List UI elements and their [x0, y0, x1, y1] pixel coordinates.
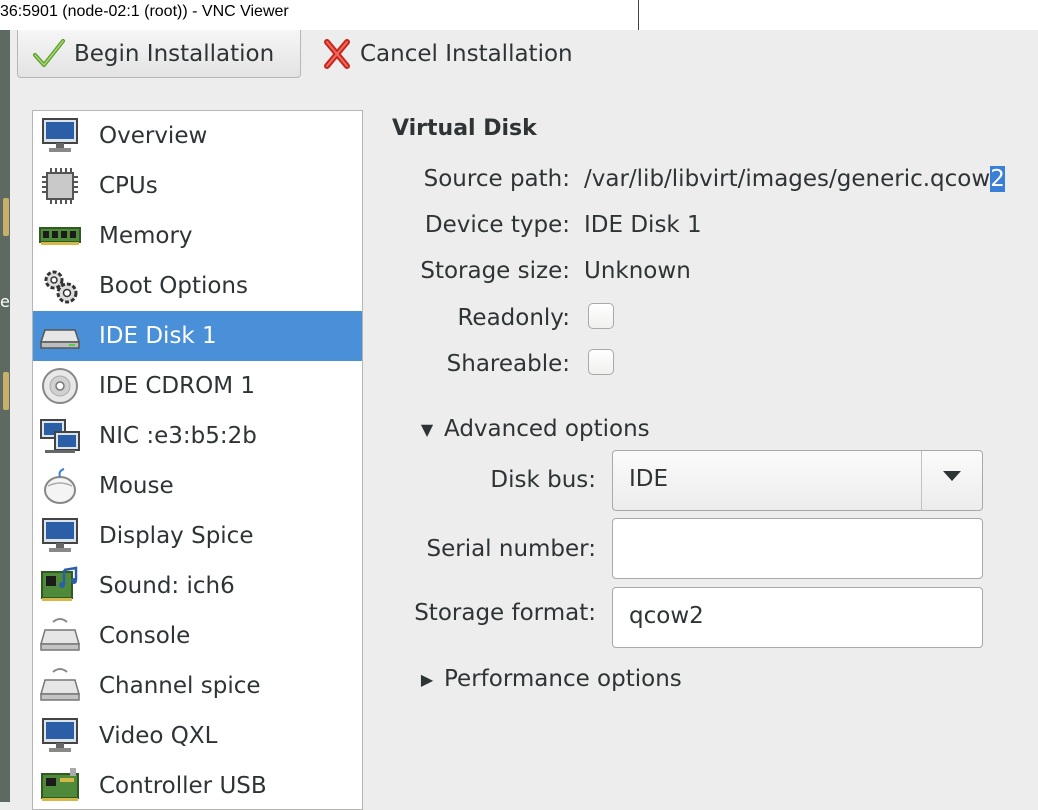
monitor-icon — [37, 113, 83, 159]
shareable-checkbox[interactable] — [588, 349, 614, 375]
dropdown-arrow-icon — [943, 471, 961, 481]
desktop-edge-marker — [3, 372, 9, 410]
storage-size-label: Storage size: — [420, 258, 570, 284]
readonly-label: Readonly: — [457, 305, 570, 331]
selected-text: 2 — [990, 166, 1005, 192]
sidebar-item-label: NIC :e3:b5:2b — [99, 423, 257, 449]
source-path-label: Source path: — [423, 166, 570, 192]
collapsed-triangle-icon: ▶ — [420, 669, 434, 689]
disk-bus-combobox[interactable]: IDE — [612, 450, 983, 511]
sidebar-item-label: Console — [99, 623, 191, 649]
storage-size-value: Unknown — [584, 258, 691, 284]
cancel-installation-label: Cancel Installation — [360, 41, 573, 67]
desktop-edge: e — [0, 30, 10, 802]
performance-options-expander[interactable]: ▶ Performance options — [416, 666, 682, 692]
sidebar-item-overview[interactable]: Overview — [33, 111, 362, 161]
sidebar-item-label: Sound: ich6 — [99, 573, 235, 599]
window-titlebar: 36:5901 (node-02:1 (root)) - VNC Viewer — [0, 0, 1038, 32]
disk-bus-label: Disk bus: — [490, 467, 596, 493]
combo-separator — [921, 451, 922, 510]
cancel-installation-button[interactable]: Cancel Installation — [318, 30, 588, 78]
shareable-label: Shareable: — [446, 351, 570, 377]
sidebar-item-nic[interactable]: NIC :e3:b5:2b — [33, 411, 362, 461]
desktop-edge-text: e — [0, 292, 10, 311]
sidebar-item-channel-spice[interactable]: Channel spice — [33, 661, 362, 711]
disk-bus-value: IDE — [629, 466, 669, 492]
expanded-triangle-icon: ▼ — [420, 419, 434, 439]
storage-format-label: Storage format: — [414, 600, 596, 626]
titlebar-search-field[interactable] — [638, 0, 1000, 32]
advanced-options-label: Advanced options — [444, 416, 650, 442]
readonly-checkbox[interactable] — [588, 303, 614, 329]
sidebar-item-label: Video QXL — [99, 723, 218, 749]
desktop-edge-marker — [3, 198, 9, 236]
begin-installation-label: Begin Installation — [74, 40, 275, 67]
controller-card-icon — [37, 763, 83, 809]
device-type-label: Device type: — [424, 212, 570, 238]
sidebar-item-label: Channel spice — [99, 673, 261, 699]
storage-format-field[interactable]: qcow2 — [612, 587, 983, 648]
window-title: 36:5901 (node-02:1 (root)) - VNC Viewer — [0, 3, 289, 20]
red-x-icon — [324, 39, 350, 69]
sidebar-item-label: Controller USB — [99, 773, 267, 799]
begin-installation-button[interactable]: Begin Installation — [17, 30, 301, 78]
sidebar-item-label: Overview — [99, 123, 208, 149]
network-card-icon — [37, 413, 83, 459]
serial-number-label: Serial number: — [426, 536, 596, 562]
section-title: Virtual Disk — [392, 116, 537, 141]
performance-options-label: Performance options — [444, 666, 682, 692]
sidebar-item-video-qxl[interactable]: Video QXL — [33, 711, 362, 761]
vm-install-window: Begin Installation Cancel Installation O… — [10, 30, 1038, 810]
source-path-value[interactable]: /var/lib/libvirt/images/generic.qcow2 — [584, 166, 1005, 192]
serial-port-icon — [37, 663, 83, 709]
serial-number-field[interactable] — [612, 518, 983, 579]
source-path-text: /var/lib/libvirt/images/generic.qcow — [584, 166, 991, 192]
video-monitor-icon — [37, 713, 83, 759]
device-type-value: IDE Disk 1 — [584, 212, 702, 238]
advanced-options-expander[interactable]: ▼ Advanced options — [416, 416, 650, 442]
checkmark-icon — [33, 38, 65, 67]
sidebar-item-controller-usb[interactable]: Controller USB — [33, 761, 362, 809]
